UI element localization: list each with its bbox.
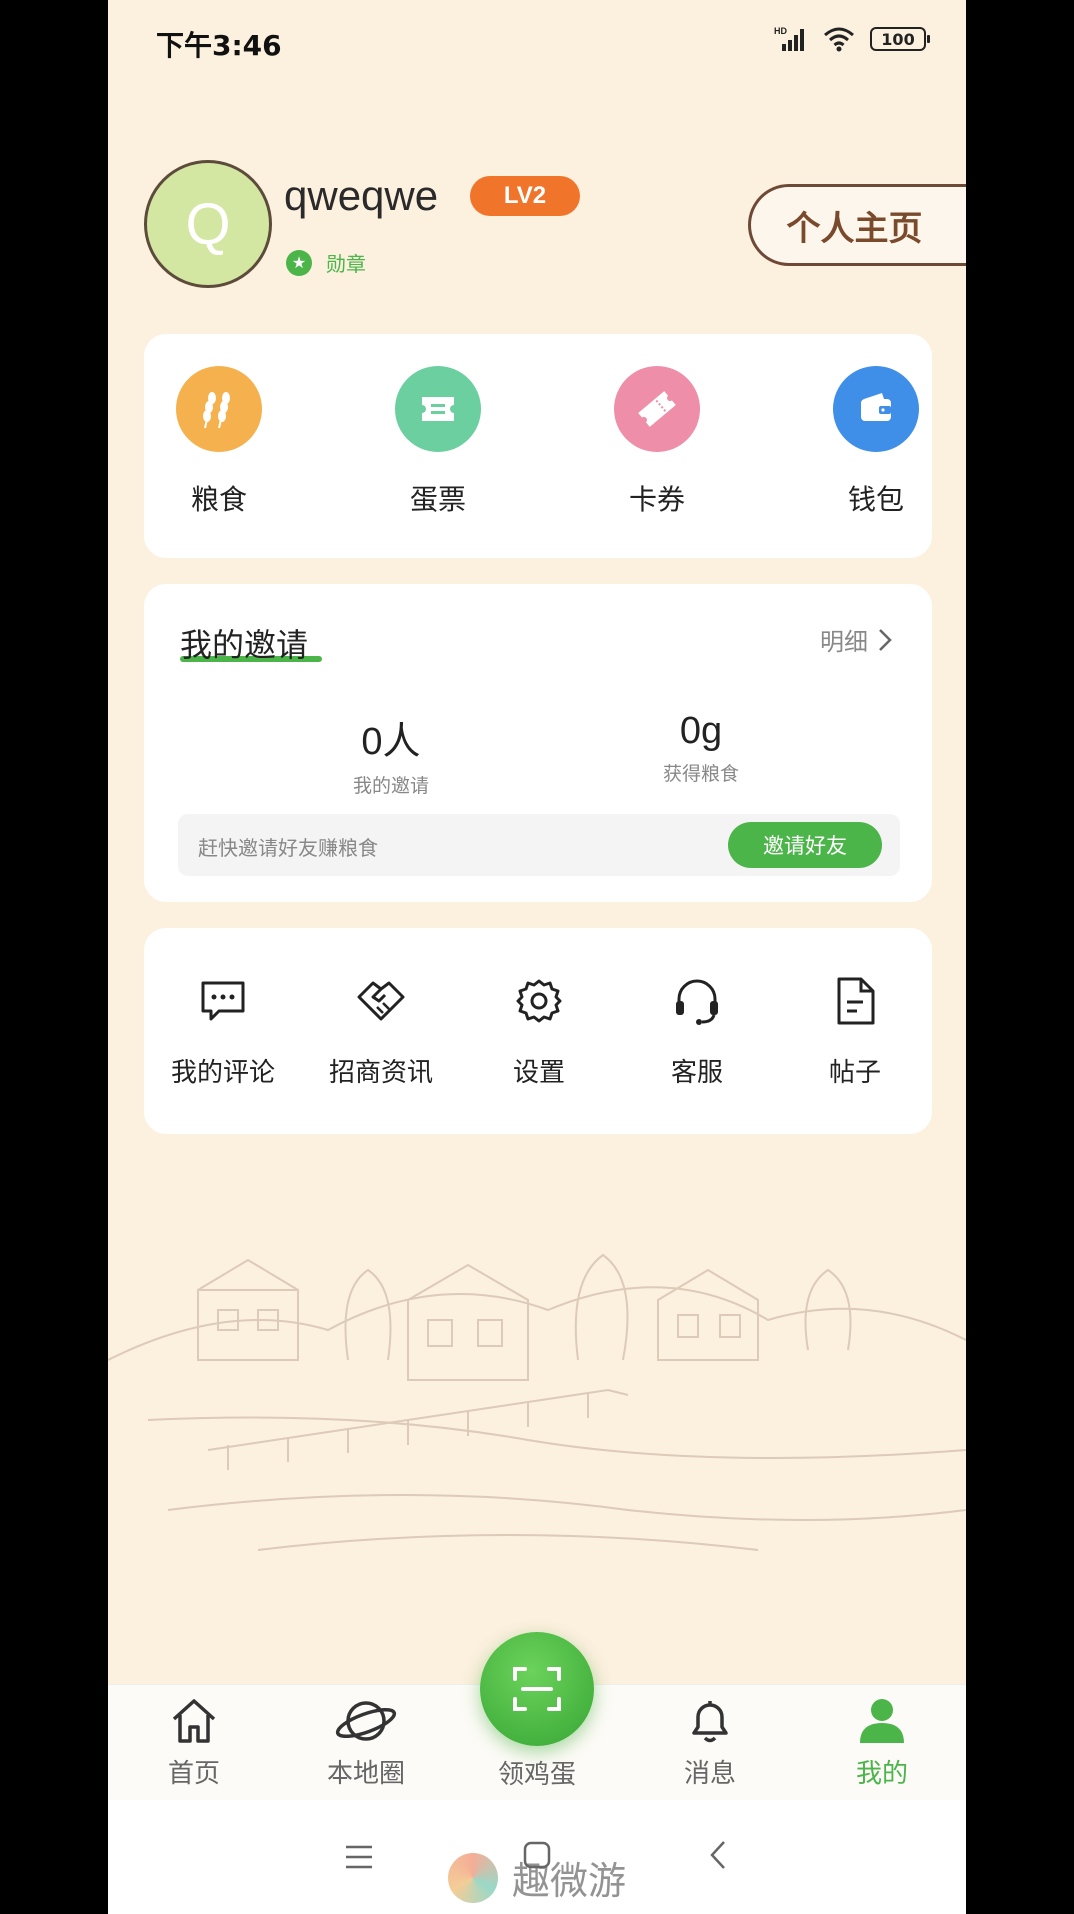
gear-icon <box>512 974 566 1028</box>
headset-icon <box>670 974 724 1028</box>
earned-grain-stat: 0g 获得粮食 <box>601 710 801 786</box>
tool-business-news[interactable]: 招商资讯 <box>302 974 460 1089</box>
chevron-right-icon <box>879 628 892 651</box>
username: qweqwe <box>284 172 439 219</box>
invite-friends-button[interactable]: 邀请好友 <box>728 822 882 868</box>
nav-label: 我的 <box>855 1759 908 1789</box>
tool-my-comments[interactable]: 我的评论 <box>144 974 302 1089</box>
invite-prompt-bar: 赶快邀请好友赚粮食 邀请好友 <box>178 814 900 876</box>
status-icons: HD 100 <box>774 26 930 52</box>
tools-card: 我的评论 招商资讯 设置 客服 帖子 <box>144 928 932 1134</box>
tool-label: 设置 <box>512 1058 565 1088</box>
claim-egg-label: 领鸡蛋 <box>497 1760 576 1790</box>
network-type: HD <box>774 26 787 36</box>
quick-action-label: 蛋票 <box>409 483 466 516</box>
quick-action-grain[interactable]: 粮食 <box>164 366 274 518</box>
farm-landscape-illustration <box>108 1253 966 1551</box>
user-icon <box>860 1699 904 1743</box>
personal-homepage-button[interactable]: 个人主页 <box>748 184 966 266</box>
medal-label: 勋章 <box>326 252 366 276</box>
nav-label: 首页 <box>167 1759 220 1789</box>
quick-action-label: 粮食 <box>190 483 247 516</box>
nav-mine[interactable]: 我的 <box>812 1695 952 1790</box>
quick-action-wallet[interactable]: 钱包 <box>821 366 931 518</box>
nav-home[interactable]: 首页 <box>124 1695 264 1790</box>
invited-people-label: 我的邀请 <box>352 775 429 797</box>
avatar[interactable]: Q <box>144 160 272 288</box>
invite-card: 我的邀请 明细 0人 我的邀请 0g 获得粮食 赶快邀请好友赚粮食 邀请好友 <box>144 584 932 902</box>
planet-icon <box>335 1701 397 1741</box>
handshake-icon <box>354 974 408 1028</box>
wallet-icon <box>833 366 919 452</box>
quick-actions-card: 粮食 蛋票 卡券 钱包 <box>144 334 932 558</box>
tool-label: 客服 <box>670 1058 723 1088</box>
avatar-letter: Q <box>185 191 231 257</box>
bell-icon <box>692 1701 728 1743</box>
tool-settings[interactable]: 设置 <box>460 974 618 1089</box>
claim-egg-scan-button[interactable] <box>480 1632 594 1746</box>
watermark: 趣微游 <box>448 1850 626 1905</box>
nav-local-circle[interactable]: 本地圈 <box>296 1695 436 1790</box>
signal-icon: HD <box>774 26 804 51</box>
invite-title: 我的邀请 <box>180 626 309 664</box>
quick-action-egg-ticket[interactable]: 蛋票 <box>383 366 493 518</box>
nav-label: 本地圈 <box>326 1759 405 1789</box>
quick-action-label: 卡券 <box>628 483 685 516</box>
status-time: 下午3:46 <box>156 29 282 62</box>
comment-icon <box>196 974 250 1028</box>
quick-action-label: 钱包 <box>847 483 904 516</box>
tool-label: 帖子 <box>828 1058 881 1088</box>
back-icon[interactable] <box>708 1838 728 1879</box>
home-icon <box>172 1699 216 1743</box>
medal-icon: ★ <box>286 249 312 276</box>
wifi-icon <box>824 27 854 52</box>
tool-label: 招商资讯 <box>328 1058 433 1088</box>
tool-customer-service[interactable]: 客服 <box>618 974 776 1089</box>
document-icon <box>828 974 882 1028</box>
earned-grain-label: 获得粮食 <box>662 763 739 785</box>
ticket-icon <box>395 366 481 452</box>
invited-people-count: 0人 <box>361 721 421 763</box>
tool-posts[interactable]: 帖子 <box>776 974 934 1089</box>
wheat-icon <box>176 366 262 452</box>
quick-action-coupon[interactable]: 卡券 <box>602 366 712 518</box>
nav-messages[interactable]: 消息 <box>640 1695 780 1790</box>
invite-detail-link[interactable]: 明细 <box>820 622 892 657</box>
battery-indicator: 100 <box>870 27 930 51</box>
level-badge: LV2 <box>470 176 580 216</box>
nav-label: 消息 <box>683 1759 736 1789</box>
invited-people-stat: 0人 我的邀请 <box>291 710 491 798</box>
watermark-logo-icon <box>448 1852 498 1903</box>
invite-hint: 赶快邀请好友赚粮食 <box>198 836 378 860</box>
watermark-text: 趣微游 <box>512 1859 627 1903</box>
menu-icon[interactable] <box>344 1838 374 1879</box>
coupon-icon <box>614 366 700 452</box>
earned-grain-amount: 0g <box>679 710 723 752</box>
tool-label: 我的评论 <box>170 1058 275 1088</box>
scan-icon <box>513 1667 561 1711</box>
medal-link[interactable]: ★ 勋章 <box>286 248 366 277</box>
phone-screen: 下午3:46 HD 100 Q qweqwe LV2 ★ 勋章 个人主页 粮食 … <box>108 0 966 1914</box>
detail-label: 明细 <box>820 628 868 656</box>
